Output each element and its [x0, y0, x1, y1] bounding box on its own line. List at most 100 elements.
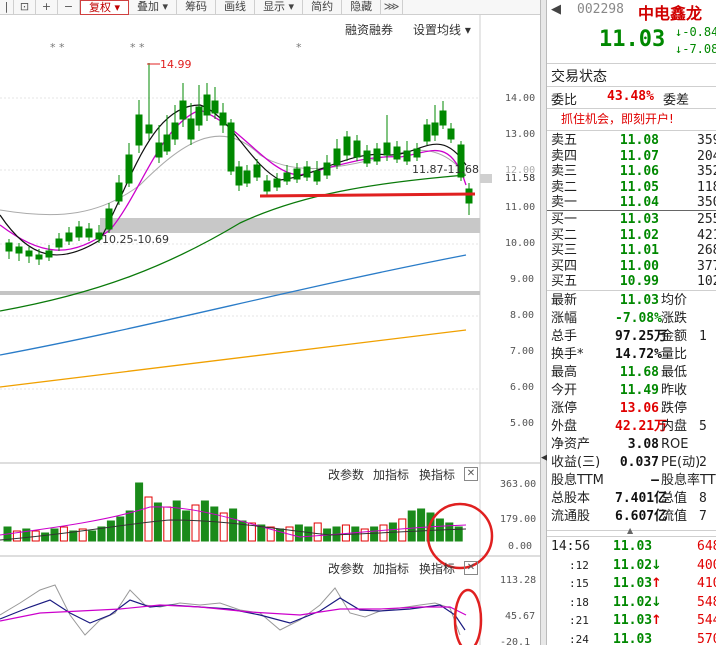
price-change-pct: ↓-7.08%: [675, 42, 716, 56]
vol-close-icon[interactable]: ✕: [464, 467, 478, 481]
stat-value: 11.49: [619, 383, 659, 398]
candle-body: [413, 148, 421, 158]
candle-body: [439, 110, 447, 126]
candle-body: [65, 232, 73, 242]
candle-body: [447, 128, 455, 140]
ind-edit-params-link[interactable]: 改参数: [328, 560, 364, 577]
volume-bar: [125, 510, 134, 542]
stat-label-2: 内盘: [661, 419, 688, 434]
bid-row[interactable]: 买四 11.00 3774: [551, 259, 716, 275]
expand-arrow-icon[interactable]: ▲: [627, 526, 633, 535]
ask-volume: 1189: [697, 179, 716, 195]
ind-close-icon[interactable]: ✕: [464, 561, 478, 575]
vol-edit-params-link[interactable]: 改参数: [328, 466, 364, 483]
stat-label: 总股本: [551, 491, 591, 506]
stat-label: 总手: [551, 329, 578, 344]
drawn-red-line[interactable]: [259, 192, 476, 198]
candlestick-series: [5, 63, 473, 265]
stat-label: 最新: [551, 293, 578, 308]
candle-body: [343, 136, 351, 156]
price-marker-box: [480, 174, 492, 183]
stat-value: 13.06: [619, 401, 659, 416]
set-ma-link[interactable]: 设置均线 ▾: [413, 21, 471, 38]
volume-bar: [398, 518, 407, 542]
candle-body: [105, 208, 113, 230]
stat-label: 换手*: [551, 347, 584, 362]
chart-toolbar: | ⊡ + − 复权 ▾ 叠加 ▾ 筹码 画线 显示 ▾ 简约 隐藏 ⋙: [0, 0, 540, 15]
bid-row[interactable]: 买一 11.03 2552: [551, 212, 716, 228]
candle-body: [243, 170, 251, 184]
toolbar-draw-button[interactable]: 画线: [216, 0, 256, 15]
stat-label: 收益(三): [551, 455, 601, 470]
volume-bar: [407, 510, 416, 542]
tick-volume: 410: [697, 576, 716, 591]
ind-switch-indicator-link[interactable]: 换指标: [419, 560, 455, 577]
candle-body: [55, 238, 63, 248]
stat-value: 6.607亿: [615, 509, 668, 524]
ma-blue: [0, 254, 467, 356]
bid-price: 11.03: [619, 212, 659, 227]
volume-axis-label: 0.00: [508, 541, 533, 552]
tick-price: 11.03: [613, 539, 653, 554]
stat-label: 外盘: [551, 419, 578, 434]
ask-volume: 352: [697, 164, 716, 179]
bid-row[interactable]: 买三 11.01 2683: [551, 243, 716, 259]
current-price-axis-label: 11.58: [505, 173, 536, 184]
svg-text:* *: * *: [50, 41, 65, 54]
stat-value-2: 7: [699, 509, 707, 524]
stock-name: 中电鑫龙: [638, 4, 703, 23]
vol-add-indicator-link[interactable]: 加指标: [373, 466, 409, 483]
indicator-axis-label: 45.67: [505, 611, 536, 622]
toolbar-fuquan-button[interactable]: 复权 ▾: [80, 0, 130, 15]
bid-row[interactable]: 买二 11.02 4212: [551, 228, 716, 244]
ask-row[interactable]: 卖三 11.06 352: [551, 164, 716, 180]
ask-row[interactable]: 卖一 11.04 3508: [551, 195, 716, 211]
volume-bar: [59, 526, 68, 542]
stat-label: 最高: [551, 365, 578, 380]
weibi-label: 委比: [551, 93, 578, 108]
bid-label: 买三: [551, 243, 578, 258]
double-arrow-icon[interactable]: ⋙: [381, 0, 404, 15]
ind-add-indicator-link[interactable]: 加指标: [373, 560, 409, 577]
ask-row[interactable]: 卖五 11.08 359: [551, 133, 716, 149]
panel-divider[interactable]: [540, 0, 547, 645]
toolbar-display-button[interactable]: 显示 ▾: [255, 0, 304, 15]
ask-label: 卖五: [551, 133, 578, 148]
candle-body: [423, 124, 431, 142]
svg-text:*: *: [296, 41, 302, 54]
kline-chart-svg[interactable]: * * * * * 14.99 10.25-10.69 11.87-11.68: [0, 15, 540, 645]
bid-row[interactable]: 买五 10.99 1025: [551, 274, 716, 290]
candle-body: [273, 178, 281, 188]
bid-price: 10.99: [619, 274, 659, 289]
back-arrow-icon[interactable]: ◀: [551, 2, 561, 17]
toolbar-chips-button[interactable]: 筹码: [177, 0, 217, 15]
stat-label-2: ROE: [661, 437, 689, 452]
ask-label: 卖二: [551, 179, 578, 195]
kline-chart-area[interactable]: | ⊡ + − 复权 ▾ 叠加 ▾ 筹码 画线 显示 ▾ 简约 隐藏 ⋙ * *…: [0, 0, 540, 645]
zoom-in-icon[interactable]: +: [36, 0, 58, 15]
candle-body: [323, 162, 331, 176]
toolbar-hide-button[interactable]: 隐藏: [342, 0, 382, 15]
volume-bar: [417, 508, 426, 542]
ask-row[interactable]: 卖四 11.07 204: [551, 149, 716, 165]
weibi-value: 43.48%: [607, 89, 654, 104]
candle-body: [211, 100, 219, 114]
candle-body: [135, 114, 143, 146]
stat-label-2: 金额: [661, 329, 688, 344]
zoom-out-icon[interactable]: −: [58, 0, 80, 15]
indicator-highlight-circle: [453, 588, 483, 645]
candle-body: [363, 150, 371, 164]
promo-link[interactable]: 抓住机会，即刻开户!: [561, 110, 674, 127]
stat-row: 收益(三) 0.037 PE(动) 2: [551, 454, 707, 472]
ask-row[interactable]: 卖二 11.05 1189: [551, 179, 716, 196]
toolbar-overlay-button[interactable]: 叠加 ▾: [129, 0, 178, 15]
vol-switch-indicator-link[interactable]: 换指标: [419, 466, 455, 483]
toolbar-left-icon[interactable]: |: [0, 0, 14, 15]
candle-body: [293, 168, 301, 180]
candle-body: [235, 166, 243, 186]
stat-label-2: 最低: [661, 365, 688, 380]
window-icon[interactable]: ⊡: [14, 0, 36, 15]
toolbar-simple-button[interactable]: 简约: [303, 0, 343, 15]
stat-value: 11.03: [619, 293, 659, 308]
margin-trading-link[interactable]: 融资融券: [345, 21, 393, 38]
